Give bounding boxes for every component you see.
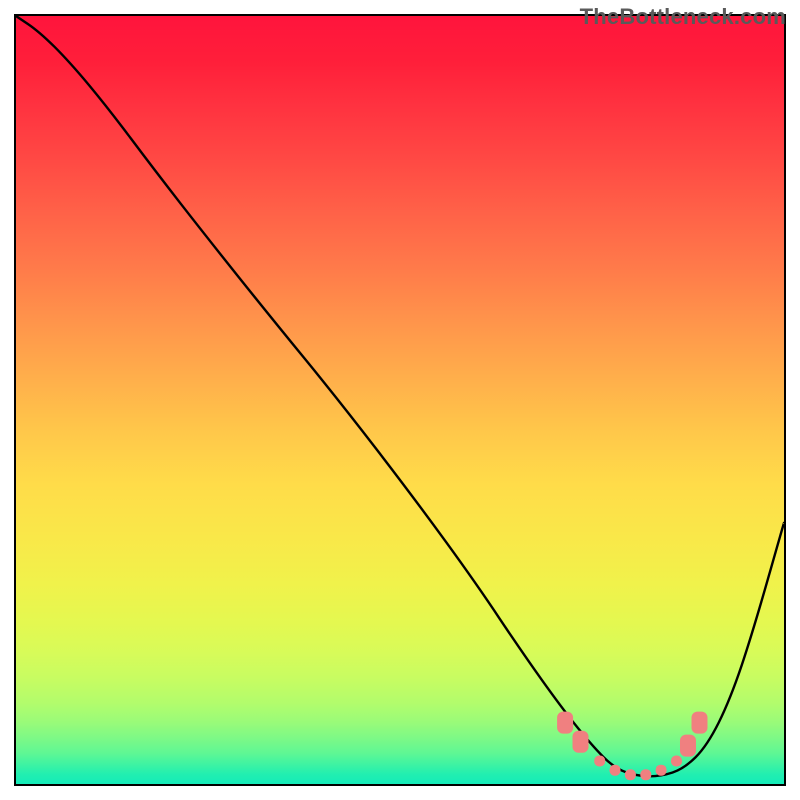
highlight-marker (692, 712, 708, 734)
highlight-marker (573, 731, 589, 753)
highlight-marker (640, 769, 651, 780)
highlight-marker (557, 712, 573, 734)
highlight-marker (594, 756, 605, 767)
highlight-marker (656, 765, 667, 776)
highlight-marker (680, 735, 696, 757)
highlight-marker (625, 769, 636, 780)
watermark-text: TheBottleneck.com (580, 4, 786, 30)
highlight-marker (671, 756, 682, 767)
highlight-markers (16, 16, 784, 784)
highlight-marker (610, 765, 621, 776)
chart-frame (14, 14, 786, 786)
